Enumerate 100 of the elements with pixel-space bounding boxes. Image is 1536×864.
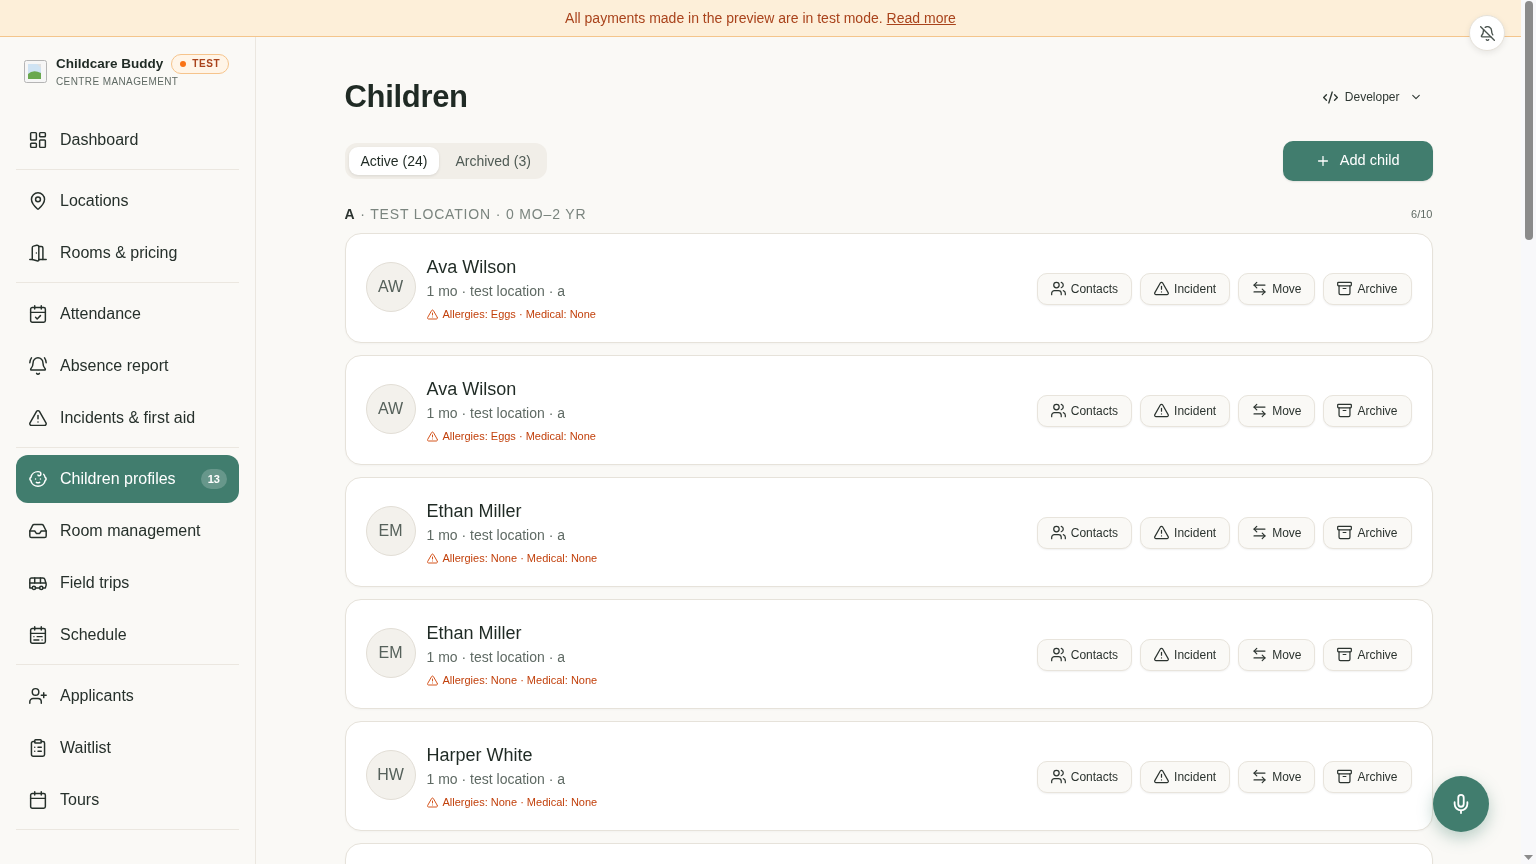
child-name: Ethan Miller	[426, 500, 523, 523]
notifications-button[interactable]	[1469, 15, 1505, 51]
contacts-button[interactable]: Contacts	[1036, 516, 1133, 549]
archive-box-icon	[1337, 769, 1353, 784]
page-title: Children	[344, 78, 468, 116]
contacts-button[interactable]: Contacts	[1036, 760, 1133, 793]
avatar: EM	[365, 627, 416, 678]
people-icon	[1050, 647, 1066, 662]
scrollbar[interactable]	[1521, 0, 1536, 864]
nav-item[interactable]: Rooms & pricing	[16, 229, 239, 277]
avatar: AW	[365, 261, 416, 312]
door-icon	[29, 244, 47, 262]
map-pin-icon	[29, 192, 47, 210]
warning-icon	[426, 308, 438, 320]
health-note: Allergies: Eggs · Medical: None	[442, 429, 596, 444]
nav-item[interactable]: Incidents & first aid	[16, 394, 239, 442]
move-button[interactable]: Move	[1238, 394, 1316, 427]
health-note: Allergies: None · Medical: None	[442, 795, 598, 810]
nav-item[interactable]: Tours	[16, 776, 239, 824]
read-more-link[interactable]: Read more	[886, 7, 956, 29]
move-button[interactable]: Move	[1238, 516, 1316, 549]
nav-item[interactable]: Field trips	[16, 559, 239, 607]
incident-button[interactable]: Incident	[1140, 394, 1231, 427]
move-button[interactable]: Move	[1238, 272, 1316, 305]
nav-item[interactable]: Room management	[16, 507, 239, 555]
nav-item[interactable]: Applicants	[16, 672, 239, 720]
inbox-icon	[29, 522, 47, 540]
nav-item[interactable]: Attendance	[16, 290, 239, 338]
child-details: 1 mo · test location · a	[426, 404, 566, 423]
incident-button[interactable]: Incident	[1140, 760, 1231, 793]
archive-button[interactable]: Archive	[1323, 760, 1412, 793]
calendar-icon	[29, 626, 47, 644]
archive-box-icon	[1337, 525, 1353, 540]
user-plus-icon	[29, 687, 47, 705]
warning-icon	[1154, 281, 1170, 296]
code-icon	[1322, 89, 1338, 105]
nav-item[interactable]: Schedule	[16, 611, 239, 659]
developer-dropdown[interactable]: Developer	[1312, 84, 1433, 110]
people-icon	[1050, 525, 1066, 540]
incident-button[interactable]: Incident	[1140, 638, 1231, 671]
health-note: Allergies: Eggs · Medical: None	[442, 307, 596, 322]
child-details: 1 mo · test location · a	[426, 526, 566, 545]
warning-icon	[426, 430, 438, 442]
people-icon	[1050, 281, 1066, 296]
microphone-button[interactable]	[1433, 776, 1489, 832]
grid-icon	[29, 131, 47, 149]
nav-item[interactable]: Locations	[16, 177, 239, 225]
archive-button[interactable]: Archive	[1323, 516, 1412, 549]
app-name: Childcare Buddy	[56, 55, 164, 73]
people-icon	[1050, 403, 1066, 418]
tab[interactable]: Active (24)	[348, 147, 440, 175]
incident-button[interactable]: Incident	[1140, 516, 1231, 549]
warning-icon	[1154, 525, 1170, 540]
archive-box-icon	[1337, 647, 1353, 662]
health-note: Allergies: None · Medical: None	[442, 551, 598, 566]
warning-icon	[1154, 403, 1170, 418]
section-heading: A · TEST LOCATION · 0 MO–2 YR	[344, 205, 587, 224]
warning-icon	[1154, 769, 1170, 784]
nav-item[interactable]: Children profiles 13	[16, 455, 239, 503]
arrows-icon	[1252, 647, 1268, 662]
count-badge: 13	[200, 469, 227, 489]
child-name: Ava Wilson	[426, 378, 518, 401]
move-button[interactable]: Move	[1238, 760, 1316, 793]
nav-item[interactable]: Absence report	[16, 342, 239, 390]
archive-button[interactable]: Archive	[1323, 394, 1412, 427]
people-icon	[1050, 769, 1066, 784]
status-dot-icon	[180, 61, 187, 67]
warning-icon	[426, 674, 438, 686]
warning-icon	[426, 796, 438, 808]
contacts-button[interactable]: Contacts	[1036, 272, 1133, 305]
bus-icon	[29, 574, 47, 592]
plus-icon	[1315, 154, 1330, 168]
child-name: Ava Wilson	[426, 256, 518, 279]
clipboard-icon	[29, 739, 47, 757]
warning-icon	[1154, 647, 1170, 662]
tab[interactable]: Archived (3)	[443, 147, 543, 175]
image-icon	[24, 59, 47, 83]
warning-icon	[426, 552, 438, 564]
move-button[interactable]: Move	[1238, 638, 1316, 671]
arrows-icon	[1252, 769, 1268, 784]
child-details: 1 mo · test location · a	[426, 282, 566, 301]
nav-item[interactable]: Waitlist	[16, 724, 239, 772]
face-icon	[29, 470, 47, 488]
scrollbar-thumb[interactable]	[1524, 1, 1533, 240]
nav-item[interactable]: Dashboard	[16, 116, 239, 164]
archive-button[interactable]: Archive	[1323, 638, 1412, 671]
incident-button[interactable]: Incident	[1140, 272, 1231, 305]
archive-button[interactable]: Archive	[1323, 272, 1412, 305]
capacity-count: 6/10	[1411, 206, 1433, 222]
arrows-icon	[1252, 403, 1268, 418]
archive-box-icon	[1337, 403, 1353, 418]
warning-icon	[29, 409, 47, 427]
add-child-button[interactable]: Add child	[1282, 141, 1433, 181]
scroll-down-icon[interactable]	[1524, 855, 1533, 860]
child-details: 1 mo · test location · a	[426, 648, 566, 667]
contacts-button[interactable]: Contacts	[1036, 394, 1133, 427]
bell-icon	[29, 357, 47, 375]
contacts-button[interactable]: Contacts	[1036, 638, 1133, 671]
child-details: 1 mo · test location · a	[426, 770, 566, 789]
avatar: AW	[365, 383, 416, 434]
